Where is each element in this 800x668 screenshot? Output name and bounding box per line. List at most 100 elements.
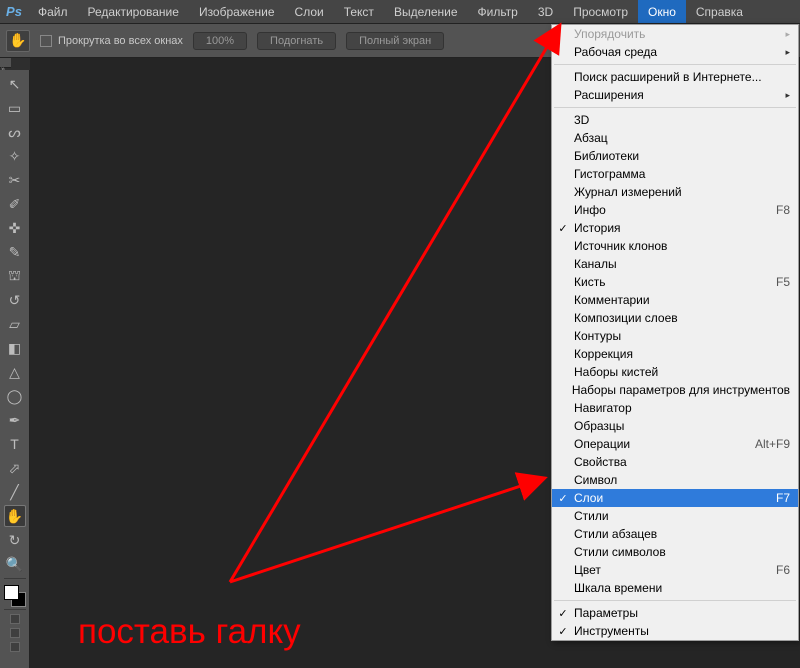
menu-выделение[interactable]: Выделение (384, 0, 468, 23)
zoom-100-button[interactable]: 100% (193, 32, 247, 50)
menu-изображение[interactable]: Изображение (189, 0, 285, 23)
clone-stamp-tool[interactable]: ⛫ (4, 265, 26, 287)
menu-item-стили-символов[interactable]: Стили символов (552, 543, 798, 561)
menu-item-наборы-параметров-для-инструментов[interactable]: Наборы параметров для инструментов (552, 381, 798, 399)
menu-bar: Ps ФайлРедактированиеИзображениеСлоиТекс… (0, 0, 800, 24)
menu-item-цвет[interactable]: ЦветF6 (552, 561, 798, 579)
shape-tool[interactable]: ╱ (4, 481, 26, 503)
menu-item-слои[interactable]: ✓СлоиF7 (552, 489, 798, 507)
brush-tool[interactable]: ✎ (4, 241, 26, 263)
type-tool[interactable]: T (4, 433, 26, 455)
menu-item-композиции-слоев[interactable]: Композиции слоев (552, 309, 798, 327)
spot-heal-tool[interactable]: ✜ (4, 217, 26, 239)
menu-item-инструменты[interactable]: ✓Инструменты (552, 622, 798, 640)
menu-item-наборы-кистей[interactable]: Наборы кистей (552, 363, 798, 381)
menu-item-гистограмма[interactable]: Гистограмма (552, 165, 798, 183)
pen-tool[interactable]: ✒ (4, 409, 26, 431)
eraser-tool[interactable]: ▱ (4, 313, 26, 335)
menu-item-label: Навигатор (574, 401, 632, 415)
menu-item-label: 3D (574, 113, 589, 127)
quick-mask-2[interactable] (10, 642, 20, 652)
move-tool[interactable]: ↖ (4, 73, 26, 95)
menu-item-инфо[interactable]: ИнфоF8 (552, 201, 798, 219)
quick-mask-0[interactable] (10, 614, 20, 624)
fullscreen-button[interactable]: Полный экран (346, 32, 444, 50)
menu-файл[interactable]: Файл (28, 0, 78, 23)
menu-справка[interactable]: Справка (686, 0, 753, 23)
history-brush-tool[interactable]: ↺ (4, 289, 26, 311)
menu-3d[interactable]: 3D (528, 0, 563, 23)
menu-окно[interactable]: Окно (638, 0, 686, 23)
lasso-tool[interactable]: ᔕ (4, 121, 26, 143)
ps-logo: Ps (0, 0, 28, 24)
menu-item-стили-абзацев[interactable]: Стили абзацев (552, 525, 798, 543)
selection-tool[interactable]: ⬀ (4, 457, 26, 479)
menu-item-источник-клонов[interactable]: Источник клонов (552, 237, 798, 255)
menu-item-label: Коррекция (574, 347, 633, 361)
menu-item-свойства[interactable]: Свойства (552, 453, 798, 471)
menu-item-кисть[interactable]: Кисть F5 (552, 273, 798, 291)
menu-item-label: Стили символов (574, 545, 666, 559)
menu-item-журнал-измерений[interactable]: Журнал измерений (552, 183, 798, 201)
menu-item-label: Кисть (574, 275, 605, 289)
hand-tool[interactable]: ✋ (4, 505, 26, 527)
menu-item-label: Инструменты (574, 624, 649, 638)
current-tool-icon[interactable]: ✋ (6, 30, 30, 52)
fit-button[interactable]: Подогнать (257, 32, 336, 50)
dodge-tool[interactable]: ◯ (4, 385, 26, 407)
menu-item-3d[interactable]: 3D (552, 111, 798, 129)
crop-tool[interactable]: ✂ (4, 169, 26, 191)
scroll-all-label: Прокрутка во всех окнах (58, 35, 183, 47)
menu-item-label: Операции (574, 437, 630, 451)
zoom-tool[interactable]: 🔍 (4, 553, 26, 575)
menu-текст[interactable]: Текст (334, 0, 384, 23)
blur-tool[interactable]: △ (4, 361, 26, 383)
menu-item-коррекция[interactable]: Коррекция (552, 345, 798, 363)
menu-item-операции[interactable]: Операции Alt+F9 (552, 435, 798, 453)
menu-редактирование[interactable]: Редактирование (78, 0, 189, 23)
gradient-tool[interactable]: ◧ (4, 337, 26, 359)
eyedropper-tool[interactable]: ✐ (4, 193, 26, 215)
menu-item-label: Инфо (574, 203, 606, 217)
menu-item-label: Библиотеки (574, 149, 639, 163)
rotate-view-tool[interactable]: ↻ (4, 529, 26, 551)
menu-item-история[interactable]: ✓История (552, 219, 798, 237)
check-icon: ✓ (552, 492, 574, 505)
shortcut-label: F5 (764, 275, 790, 289)
menu-item-символ[interactable]: Символ (552, 471, 798, 489)
shortcut-label: Alt+F9 (743, 437, 790, 451)
check-icon: ✓ (552, 222, 574, 235)
menu-item-label: Журнал измерений (574, 185, 682, 199)
menu-item-label: Образцы (574, 419, 624, 433)
menu-item-label: Упорядочить (574, 27, 645, 41)
menu-item-label: Символ (574, 473, 617, 487)
menu-слои[interactable]: Слои (285, 0, 334, 23)
menu-item-параметры[interactable]: ✓Параметры (552, 604, 798, 622)
menu-item-рабочая-среда[interactable]: Рабочая среда (552, 43, 798, 61)
menu-item-поиск-расширений-в-интернете-[interactable]: Поиск расширений в Интернете... (552, 68, 798, 86)
menu-item-библиотеки[interactable]: Библиотеки (552, 147, 798, 165)
menu-item-label: Слои (574, 491, 603, 505)
menu-item-label: Шкала времени (574, 581, 662, 595)
menu-фильтр[interactable]: Фильтр (468, 0, 528, 23)
rect-marquee-tool[interactable]: ▭ (4, 97, 26, 119)
menu-item-стили[interactable]: Стили (552, 507, 798, 525)
menu-item-абзац[interactable]: Абзац (552, 129, 798, 147)
menu-item-навигатор[interactable]: Навигатор (552, 399, 798, 417)
menu-item-шкала-времени[interactable]: Шкала времени (552, 579, 798, 597)
toolbar-collapse-strip[interactable]: » (0, 58, 11, 68)
menu-item-label: Стили абзацев (574, 527, 657, 541)
scroll-all-checkbox[interactable] (40, 35, 52, 47)
menu-item-каналы[interactable]: Каналы (552, 255, 798, 273)
menu-item-label: Поиск расширений в Интернете... (574, 70, 762, 84)
menu-просмотр[interactable]: Просмотр (563, 0, 638, 23)
quick-mask-1[interactable] (10, 628, 20, 638)
menu-item-комментарии[interactable]: Комментарии (552, 291, 798, 309)
magic-wand-tool[interactable]: ✧ (4, 145, 26, 167)
menu-item-образцы[interactable]: Образцы (552, 417, 798, 435)
menu-item-контуры[interactable]: Контуры (552, 327, 798, 345)
color-swatch[interactable] (4, 585, 26, 607)
menu-item-label: Контуры (574, 329, 621, 343)
shortcut-label: F6 (764, 563, 790, 577)
menu-item-расширения[interactable]: Расширения (552, 86, 798, 104)
